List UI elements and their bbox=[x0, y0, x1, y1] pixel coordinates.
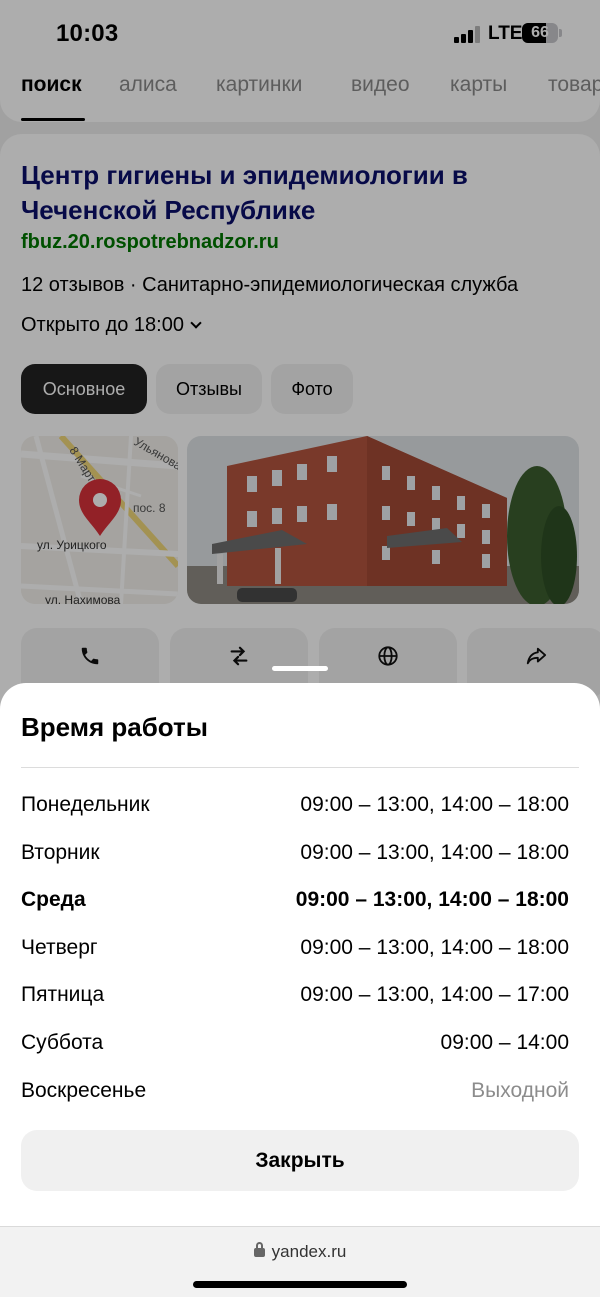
home-indicator bbox=[193, 1281, 407, 1288]
day-label: Пятница bbox=[21, 983, 105, 1006]
working-hours-sheet: Время работы Понедельник 09:00 – 13:00, … bbox=[0, 683, 600, 1226]
lock-icon bbox=[253, 1242, 265, 1257]
hours-value: 09:00 – 13:00, 14:00 – 18:00 bbox=[300, 793, 569, 816]
day-label: Суббота bbox=[21, 1031, 104, 1054]
close-button[interactable]: Закрыть bbox=[21, 1130, 579, 1191]
divider bbox=[21, 767, 579, 768]
day-label: Понедельник bbox=[21, 793, 150, 816]
hours-value: Выходной bbox=[471, 1079, 569, 1102]
day-label: Четверг bbox=[21, 936, 98, 959]
hours-row-tuesday: Вторник 09:00 – 13:00, 14:00 – 18:00 bbox=[21, 841, 569, 871]
sheet-drag-handle[interactable] bbox=[272, 666, 328, 671]
hours-row-thursday: Четверг 09:00 – 13:00, 14:00 – 18:00 bbox=[21, 936, 569, 966]
url-display[interactable]: yandex.ru bbox=[0, 1242, 600, 1262]
day-label: Воскресенье bbox=[21, 1079, 147, 1102]
url-label: yandex.ru bbox=[271, 1242, 347, 1261]
day-label: Вторник bbox=[21, 841, 100, 864]
hours-value: 09:00 – 14:00 bbox=[440, 1031, 569, 1054]
hours-row-wednesday: Среда 09:00 – 13:00, 14:00 – 18:00 bbox=[21, 888, 569, 918]
hours-value: 09:00 – 13:00, 14:00 – 17:00 bbox=[300, 983, 569, 1006]
hours-row-friday: Пятница 09:00 – 13:00, 14:00 – 17:00 bbox=[21, 983, 569, 1013]
sheet-title: Время работы bbox=[21, 712, 208, 742]
hours-value: 09:00 – 13:00, 14:00 – 18:00 bbox=[300, 841, 569, 864]
hours-value: 09:00 – 13:00, 14:00 – 18:00 bbox=[295, 888, 569, 911]
hours-row-sunday: Воскресенье Выходной bbox=[21, 1079, 569, 1109]
day-label: Среда bbox=[21, 888, 86, 911]
browser-address-bar[interactable]: yandex.ru bbox=[0, 1226, 600, 1297]
hours-row-monday: Понедельник 09:00 – 13:00, 14:00 – 18:00 bbox=[21, 793, 569, 823]
hours-value: 09:00 – 13:00, 14:00 – 18:00 bbox=[300, 936, 569, 959]
hours-row-saturday: Суббота 09:00 – 14:00 bbox=[21, 1031, 569, 1061]
